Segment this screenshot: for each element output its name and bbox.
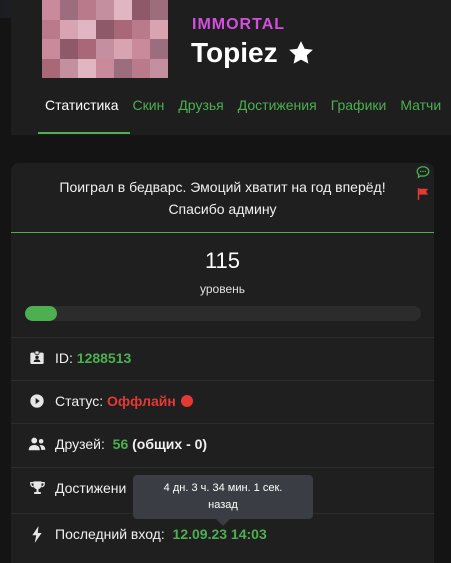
nickname-row: Topiez xyxy=(191,37,316,69)
profile-header: IMMORTAL Topiez xyxy=(11,0,451,135)
trophy-icon xyxy=(28,479,46,497)
tab-charts[interactable]: Графики xyxy=(331,97,387,113)
avatar-pixel xyxy=(150,19,168,39)
star-icon xyxy=(288,41,313,64)
level-progress-fill xyxy=(25,306,57,321)
flag-icon[interactable] xyxy=(416,187,430,201)
tooltip-arrow xyxy=(216,519,230,526)
avatar-pixel xyxy=(96,0,114,20)
avatar-pixel xyxy=(78,0,96,20)
tab-friends[interactable]: Друзья xyxy=(178,97,223,113)
avatar-pixel xyxy=(96,19,114,39)
last-login-value[interactable]: 12.09.23 14:03 xyxy=(173,526,267,542)
avatar-pixel xyxy=(78,19,96,39)
avatar-pixel xyxy=(78,58,96,78)
avatar-pixel xyxy=(150,0,168,20)
tab-statistics[interactable]: Статистика xyxy=(45,97,119,113)
id-label: ID: xyxy=(55,350,73,366)
avatar-pixel xyxy=(114,58,132,78)
id-card-icon xyxy=(28,349,46,367)
avatar-pixel xyxy=(132,39,150,59)
level-value: 115 xyxy=(204,248,241,273)
avatar-pixel xyxy=(150,58,168,78)
profile-tabs: Статистика Скин Друзья Достижения График… xyxy=(45,97,441,113)
tab-achievements[interactable]: Достижения xyxy=(238,97,317,113)
id-row: ID: 1288513 xyxy=(11,337,434,379)
status-message: Поиграл в бедварс. Эмоций хватит на год … xyxy=(59,179,386,217)
users-icon xyxy=(28,435,46,453)
rank-label: IMMORTAL xyxy=(192,16,286,33)
play-circle-icon xyxy=(28,392,46,410)
tooltip-line-2: назад xyxy=(208,499,238,511)
avatar-pixel xyxy=(96,58,114,78)
avatar-pixel xyxy=(42,39,60,59)
friends-row: Друзей: 56 (общих - 0) xyxy=(11,423,434,465)
last-login-label: Последний вход: xyxy=(55,526,165,542)
friends-label: Друзей: xyxy=(55,436,105,452)
offline-dot-icon xyxy=(180,395,193,407)
comment-icon[interactable] xyxy=(416,165,430,179)
tooltip-line-1: 4 дн. 3 ч. 34 мин. 1 сек. xyxy=(163,482,283,494)
avatar-pixel xyxy=(114,0,132,20)
avatar-pixel xyxy=(42,19,60,39)
avatar-pixel xyxy=(42,0,60,20)
level-label: уровень xyxy=(199,282,245,296)
nickname: Topiez xyxy=(191,37,278,68)
last-login-tooltip: 4 дн. 3 ч. 34 мин. 1 сек. назад xyxy=(133,475,313,519)
avatar-pixel xyxy=(150,39,168,59)
bolt-icon xyxy=(28,525,46,543)
friends-mutual: (общих - 0) xyxy=(132,436,208,452)
tab-matches[interactable]: Матчи xyxy=(400,97,441,113)
avatar-pixel xyxy=(132,19,150,39)
status-divider xyxy=(11,232,434,233)
active-tab-indicator xyxy=(38,132,130,134)
avatar-pixel xyxy=(78,39,96,59)
achievements-label: Достижени xyxy=(55,480,127,496)
avatar-pixel xyxy=(42,58,60,78)
avatar-pixel xyxy=(60,19,78,39)
status-row: Статус: Оффлайн xyxy=(11,380,434,422)
card-actions xyxy=(416,165,430,201)
status-label: Статус: xyxy=(55,393,104,409)
avatar-pixel xyxy=(96,39,114,59)
avatar-pixel xyxy=(60,0,78,20)
avatar xyxy=(42,0,168,78)
avatar-pixel xyxy=(132,58,150,78)
avatar-pixel xyxy=(60,39,78,59)
tab-skin[interactable]: Скин xyxy=(133,97,165,113)
friends-count: 56 xyxy=(112,436,129,452)
avatar-pixel xyxy=(132,0,150,20)
status-value: Оффлайн xyxy=(107,393,176,409)
avatar-pixel xyxy=(60,58,78,78)
avatar-pixel xyxy=(114,19,132,39)
level-progress-bar xyxy=(25,306,421,321)
avatar-pixel xyxy=(114,39,132,59)
id-value: 1288513 xyxy=(76,350,132,366)
